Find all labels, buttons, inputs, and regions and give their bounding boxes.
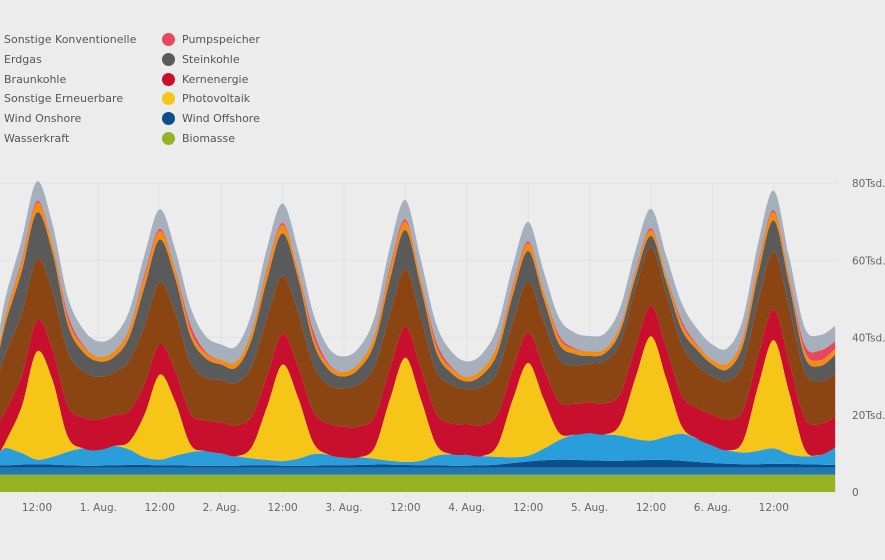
x-axis: 31. Jul.12:001. Aug.12:002. Aug.12:003. … xyxy=(22,502,789,514)
area-wasserkraft xyxy=(0,467,836,475)
x-tick-label: 12:00 xyxy=(759,502,789,514)
y-tick-label: 60Tsd. xyxy=(852,255,885,267)
x-tick-label: 3. Aug. xyxy=(325,502,362,514)
x-tick-label: 12:00 xyxy=(513,502,543,514)
x-tick-label: 12:00 xyxy=(267,502,297,514)
y-tick-label: 0 xyxy=(852,487,859,499)
x-tick-label: 5. Aug. xyxy=(571,502,608,514)
x-tick-label: 12:00 xyxy=(390,502,420,514)
x-tick-label: 2. Aug. xyxy=(203,502,240,514)
x-tick-label: 12:00 xyxy=(145,502,175,514)
area-biomasse xyxy=(0,474,836,492)
x-tick-label: 1. Aug. xyxy=(80,502,117,514)
y-tick-label: 40Tsd. xyxy=(852,333,885,345)
y-tick-label: 20Tsd. xyxy=(852,410,885,422)
area-series xyxy=(0,181,836,492)
x-tick-label: 4. Aug. xyxy=(448,502,485,514)
x-tick-label: 12:00 xyxy=(22,502,52,514)
y-tick-label: 80Tsd. xyxy=(852,178,885,190)
x-tick-label: 6. Aug. xyxy=(694,502,731,514)
y-axis: 0 20Tsd. 40Tsd. 60Tsd. 80Tsd. xyxy=(852,178,885,499)
x-tick-label: 12:00 xyxy=(636,502,666,514)
stacked-area-chart: 020Tsd.40Tsd.60Tsd.80Tsd. 31. Jul.12:001… xyxy=(0,178,885,514)
